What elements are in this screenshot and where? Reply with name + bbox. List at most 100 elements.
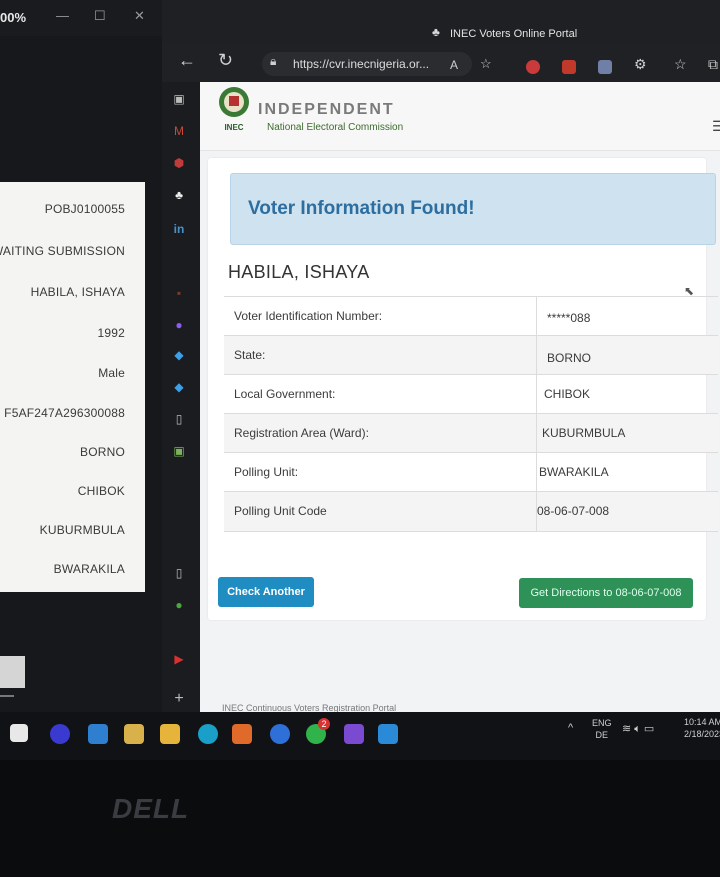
table-row: Voter Identification Number: *****088 (224, 296, 718, 336)
mail-icon[interactable] (88, 724, 108, 744)
cell-divider (536, 336, 537, 375)
wifi-volume-icon[interactable]: ≋ 🔈︎ ▭ (622, 722, 654, 736)
document-icon-2[interactable]: ▯ (172, 566, 186, 580)
left-row-state: BORNO (79, 445, 125, 459)
extension-pocket-icon[interactable] (562, 60, 576, 74)
folder-icon[interactable] (160, 724, 180, 744)
cell-divider (536, 453, 537, 492)
laptop-bezel (0, 760, 720, 877)
red-app-icon[interactable]: ▪ (172, 286, 186, 300)
tab-actions-icon[interactable]: ▣ (172, 92, 186, 106)
document-icon[interactable]: ▯ (172, 412, 186, 426)
table-label: Polling Unit Code (234, 504, 327, 518)
table-label: Polling Unit: (234, 465, 299, 479)
gmail-icon[interactable]: M (172, 124, 186, 138)
table-label: Local Government: (234, 387, 336, 401)
close-button[interactable]: ✕ (134, 8, 145, 24)
alert-text: Voter Information Found! (248, 198, 475, 219)
purple-app-icon[interactable]: ● (172, 318, 186, 332)
check-another-button[interactable]: Check Another (218, 577, 314, 607)
inec-icon[interactable]: ♣ (172, 188, 186, 202)
clock[interactable]: 10:14 AM 2/18/2023 (684, 716, 720, 740)
linkedin-icon[interactable]: in (172, 222, 186, 236)
tab-title[interactable]: INEC Voters Online Portal (450, 28, 577, 40)
tray-chevron-icon[interactable]: ^ (568, 722, 573, 734)
store-icon[interactable] (124, 724, 144, 744)
table-label: Registration Area (Ward): (234, 426, 369, 440)
dell-logo: DELL (112, 793, 190, 824)
table-row: Local Government: CHIBOK (224, 374, 718, 414)
table-value: BWARAKILA (539, 465, 609, 479)
left-row-pu-code: POBJ0100055 (44, 202, 125, 216)
clock-date: 2/18/2023 (684, 729, 720, 739)
browser-sidebar (162, 82, 200, 712)
tab-favicon-icon: ♣ (432, 25, 440, 39)
extensions-icon[interactable]: ⚙ (634, 56, 647, 73)
start-icon[interactable] (10, 724, 28, 742)
left-row-lga: CHIBOK (77, 484, 125, 498)
left-divider (0, 695, 14, 697)
left-gray-box (0, 656, 25, 688)
settings-icon[interactable]: ⬢ (172, 156, 186, 170)
lock-icon[interactable]: 🔒︎ (270, 54, 276, 69)
cell-divider (536, 375, 537, 414)
teams-icon[interactable] (50, 724, 70, 744)
drop-icon-2[interactable]: ◆ (172, 380, 186, 394)
left-row-ward: KUBURMBULA (39, 523, 125, 537)
edge-icon[interactable] (198, 724, 218, 744)
brand-title: INDEPENDENT (258, 101, 395, 118)
get-directions-button[interactable]: Get Directions to 08-06-07-008 (519, 578, 693, 608)
language-code: ENG (592, 718, 612, 728)
table-value: CHIBOK (544, 387, 591, 401)
cell-divider (536, 414, 537, 453)
extension-red-icon[interactable] (526, 60, 540, 74)
cell-divider (536, 297, 537, 336)
refresh-icon[interactable]: ↻ (218, 50, 233, 71)
minimize-button[interactable]: — (56, 8, 69, 23)
left-window-zoom: 00% (0, 10, 27, 25)
youtube-icon[interactable]: ▶ (172, 652, 186, 666)
app-icon[interactable] (344, 724, 364, 744)
drop-icon[interactable]: ◆ (172, 348, 186, 362)
green-app-icon[interactable]: ▣ (172, 444, 186, 458)
collections-icon[interactable]: ⧉ (708, 56, 718, 73)
table-row: Polling Unit: BWARAKILA (224, 452, 718, 492)
table-row: Polling Unit Code 08-06-07-008 (224, 491, 718, 532)
left-row-name: HABILA, ISHAYA (30, 285, 125, 299)
table-value: BORNO (547, 351, 592, 365)
mouse-cursor-icon: ⬉ (684, 284, 695, 298)
maximize-button[interactable]: ☐ (94, 8, 106, 24)
voter-name: HABILA, ISHAYA (228, 262, 370, 282)
add-icon[interactable]: + (172, 691, 186, 707)
left-row-year: 1992 (97, 326, 125, 340)
table-row: State: BORNO (224, 335, 718, 375)
left-data-panel: POBJ0100055 WAITING SUBMISSION HABILA, I… (0, 182, 145, 592)
clock-time: 10:14 AM (684, 717, 720, 727)
url-text[interactable]: https://cvr.inecnigeria.or... (293, 57, 429, 71)
left-row-gender: Male (98, 366, 125, 380)
green-circle-icon[interactable]: ● (172, 598, 186, 612)
read-aloud-icon[interactable]: A (450, 58, 458, 72)
table-value: *****088 (547, 311, 591, 325)
brand-subtitle: National Electoral Commission (267, 122, 404, 133)
left-row-vin: F5AF247A296300088 (4, 406, 125, 420)
favorites-icon[interactable]: ☆ (674, 56, 687, 73)
table-value: KUBURMBULA (542, 426, 626, 440)
table-row: Registration Area (Ward): KUBURMBULA (224, 413, 718, 453)
left-row-status: WAITING SUBMISSION (0, 244, 125, 258)
back-icon[interactable]: ← (178, 50, 196, 71)
menu-icon[interactable]: ☰ (712, 118, 720, 135)
facebook-icon[interactable] (270, 724, 290, 744)
photos-icon[interactable] (378, 724, 398, 744)
table-label: Voter Identification Number: (234, 309, 383, 323)
table-value: 08-06-07-008 (537, 504, 610, 518)
table-label: State: (234, 348, 266, 362)
language-indicator[interactable]: ENG DE (592, 717, 612, 741)
extension-doc-icon[interactable] (598, 60, 612, 74)
left-row-pu: BWARAKILA (53, 562, 125, 576)
whatsapp-badge: 2 (318, 718, 330, 730)
keyboard-layout: DE (595, 730, 609, 740)
media-icon[interactable] (232, 724, 252, 744)
inec-logo: INEC (219, 87, 249, 132)
favorites-add-icon[interactable]: ☆ (480, 56, 492, 72)
